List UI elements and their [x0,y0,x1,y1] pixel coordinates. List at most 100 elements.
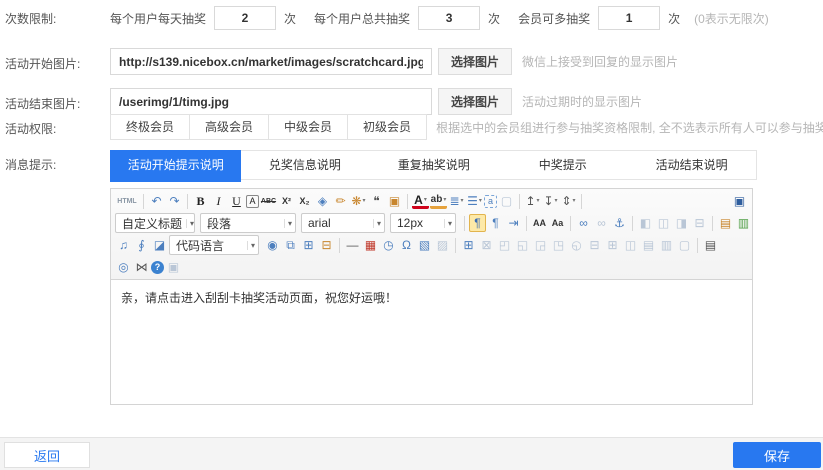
subscript-icon[interactable]: X₂ [296,192,313,210]
fullscreen-icon[interactable]: ▣ [731,192,748,210]
word-image-icon[interactable]: ▧ [416,236,433,254]
map-icon[interactable]: ◉ [264,236,281,254]
format-painter-icon[interactable]: ✏ [332,192,349,210]
insert-col-icon[interactable]: ◲ [532,236,549,254]
new-doc-icon[interactable]: ▢ [676,236,693,254]
print-icon[interactable]: ▤ [702,236,719,254]
member-extra-input[interactable] [598,6,660,30]
per-day-input[interactable] [214,6,276,30]
auto-typeset-icon[interactable]: ❋▾ [350,192,367,210]
total-input[interactable] [418,6,480,30]
superscript-icon[interactable]: X² [278,192,295,210]
image-align-center-icon[interactable]: ◫ [655,214,672,232]
ordered-list-icon[interactable]: ≣▾ [448,192,465,210]
screenshot-icon[interactable]: ⧉ [282,236,299,254]
message-label: 消息提示: [5,156,107,173]
direction-ltr-icon[interactable]: ¶ [469,214,486,232]
permission-option-senior[interactable]: 高级会员 [189,114,269,140]
help-icon[interactable]: ? [151,261,164,274]
save-button[interactable]: 保存 [733,442,821,468]
line-height-icon[interactable]: ⇕▾ [560,192,577,210]
tab-repeat-draw-message[interactable]: 重复抽奖说明 [369,151,498,179]
table-title-icon[interactable]: ◰ [496,236,513,254]
end-image-label: 活动结束图片: [5,95,107,112]
unlink-icon[interactable]: ∞ [593,214,610,232]
font-family-select[interactable]: arial▾ [301,213,385,233]
insert-row-icon[interactable]: ◱ [514,236,531,254]
end-image-pick-button[interactable]: 选择图片 [438,88,512,115]
permission-option-ultimate[interactable]: 终极会员 [110,114,190,140]
special-chars-icon[interactable]: Ω [398,236,415,254]
paste-icon[interactable]: ▣ [165,258,182,276]
attachment-icon[interactable]: ∮ [133,236,150,254]
back-button[interactable]: 返回 [4,442,90,468]
bold-icon[interactable]: B [192,192,209,210]
font-color-icon[interactable]: A▾ [412,194,429,209]
custom-title-select[interactable]: 自定义标题▾ [115,213,195,233]
insert-date-icon[interactable]: ▦ [362,236,379,254]
find-replace-icon[interactable]: ⋈ [133,258,150,276]
strikethrough-icon[interactable]: ABC [260,192,277,210]
tab-start-message[interactable]: 活动开始提示说明 [110,150,241,182]
merge-cells-icon[interactable]: ◫ [622,236,639,254]
new-page-icon[interactable]: ▢ [498,192,515,210]
blockquote-icon[interactable]: ❝ [368,192,385,210]
horizontal-rule-icon[interactable]: — [344,236,361,254]
split-to-rows-icon[interactable]: ▤ [640,236,657,254]
merge-right-icon[interactable]: ◳ [550,236,567,254]
toolbar-separator [632,216,633,231]
toolbar-separator [407,194,408,209]
insert-table-icon[interactable]: ⊞ [460,236,477,254]
font-border-icon[interactable]: A [246,195,259,208]
permission-option-middle[interactable]: 中级会员 [268,114,348,140]
permission-option-junior[interactable]: 初级会员 [347,114,427,140]
tab-redeem-message[interactable]: 兑奖信息说明 [240,151,369,179]
redo-icon[interactable]: ↷ [166,192,183,210]
italic-icon[interactable]: I [210,192,227,210]
toolbar-separator [712,216,713,231]
link-icon[interactable]: ∞ [575,214,592,232]
tab-win-message[interactable]: 中奖提示 [498,151,627,179]
underline-icon[interactable]: U [228,192,245,210]
to-lowercase-icon[interactable]: Aa [549,214,566,232]
simple-upload-icon[interactable]: ▨ [434,236,451,254]
insert-code-icon[interactable]: ◪ [151,236,168,254]
permission-label: 活动权限: [5,120,107,137]
anchor-icon[interactable]: a [484,195,497,208]
delete-col-icon[interactable]: ⊞ [604,236,621,254]
indent-icon[interactable]: ⇥ [505,214,522,232]
highlight-color-icon[interactable]: ab▾ [430,194,447,209]
background-color-icon[interactable]: ⊞ [300,236,317,254]
paragraph-space-before-icon[interactable]: ↥▾ [524,192,541,210]
image-align-block-icon[interactable]: ⊟ [691,214,708,232]
insert-image-icon[interactable]: ▤ [717,214,734,232]
preview-icon[interactable]: ◎ [115,258,132,276]
delete-row-icon[interactable]: ⊟ [586,236,603,254]
start-image-pick-button[interactable]: 选择图片 [438,48,512,75]
editor-content-area[interactable]: 亲，请点击进入刮刮卡抽奖活动页面，祝您好运哦！ [111,280,752,404]
insert-time-icon[interactable]: ◷ [380,236,397,254]
image-align-left-icon[interactable]: ◧ [637,214,654,232]
code-language-select[interactable]: 代码语言▾ [169,235,259,255]
source-icon[interactable]: HTML [115,192,139,210]
remove-format-icon[interactable]: ◈ [314,192,331,210]
end-image-input[interactable] [110,88,432,115]
direction-rtl-icon[interactable]: ¶ [487,214,504,232]
paragraph-format-select[interactable]: 段落▾ [200,213,296,233]
undo-icon[interactable]: ↶ [148,192,165,210]
template-icon[interactable]: ⊟ [318,236,335,254]
unordered-list-icon[interactable]: ☰▾ [466,192,483,210]
split-to-cols-icon[interactable]: ▥ [658,236,675,254]
anchor-insert-icon[interactable]: ⚓ [611,214,628,232]
delete-table-icon[interactable]: ⊠ [478,236,495,254]
image-align-right-icon[interactable]: ◨ [673,214,690,232]
tab-end-message[interactable]: 活动结束说明 [627,151,756,179]
start-image-input[interactable] [110,48,432,75]
paste-filter-icon[interactable]: ▣ [386,192,403,210]
music-icon[interactable]: ♫ [115,236,132,254]
multi-image-upload-icon[interactable]: ▥ [735,214,750,232]
paragraph-space-after-icon[interactable]: ↧▾ [542,192,559,210]
font-size-select[interactable]: 12px▾ [390,213,456,233]
merge-down-icon[interactable]: ◵ [568,236,585,254]
to-uppercase-icon[interactable]: AA [531,214,548,232]
